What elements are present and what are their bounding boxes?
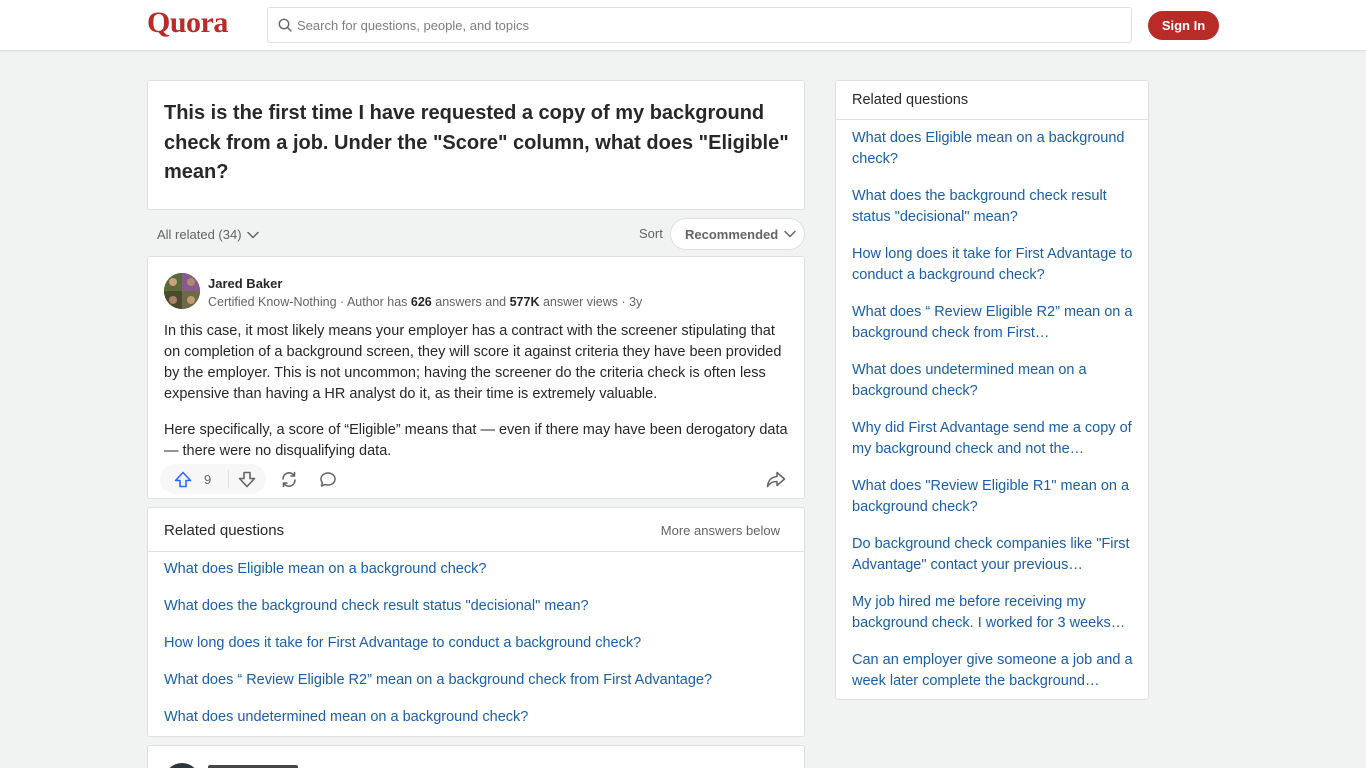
views-count: 577K [509, 295, 540, 309]
sign-in-button[interactable]: Sign In [1148, 11, 1219, 40]
list-item: What does the background check result st… [852, 186, 1136, 244]
comment-button[interactable] [319, 471, 337, 493]
list-item: What does undetermined mean on a backgro… [164, 709, 712, 746]
reshare-icon [282, 471, 296, 488]
list-item: What does “ Review Eligible R2” mean on … [852, 302, 1136, 360]
avatar[interactable] [164, 763, 200, 768]
related-question-link[interactable]: What does the background check result st… [164, 598, 589, 614]
search-input[interactable] [297, 8, 1117, 42]
related-questions-list: What does Eligible mean on a background … [164, 561, 712, 746]
downvote-icon [238, 471, 256, 488]
sidebar-question-link[interactable]: What does Eligible mean on a background … [852, 130, 1124, 167]
sidebar-question-link[interactable]: Do background check companies like "Firs… [852, 536, 1130, 573]
sidebar-question-link[interactable]: My job hired me before receiving my back… [852, 594, 1125, 631]
credential-text[interactable]: Certified Know-Nothing [208, 295, 337, 309]
list-item: How long does it take for First Advantag… [852, 244, 1136, 302]
chevron-down-icon [246, 231, 259, 238]
more-answers-below: More answers below [660, 523, 780, 538]
sidebar-question-link[interactable]: Why did First Advantage send me a copy o… [852, 420, 1132, 457]
related-question-link[interactable]: How long does it take for First Advantag… [164, 635, 641, 651]
related-questions-card: Related questions More answers below Wha… [147, 507, 805, 737]
all-related-label: All related (34) [157, 227, 242, 242]
upvote-button[interactable] [174, 471, 192, 493]
answer-card: Jared Baker Certified Know-Nothing · Aut… [147, 256, 805, 499]
related-question-link[interactable]: What does Eligible mean on a background … [164, 561, 486, 577]
sidebar-question-link[interactable]: What does “ Review Eligible R2” mean on … [852, 304, 1132, 341]
answer-age[interactable]: 3y [629, 295, 642, 309]
related-questions-title: Related questions [164, 522, 285, 539]
list-item: What does “ Review Eligible R2” mean on … [164, 672, 712, 709]
related-questions-header: Related questions More answers below [148, 508, 804, 552]
list-item: What does Eligible mean on a background … [852, 128, 1136, 186]
next-answer-card [147, 745, 805, 768]
list-item: What does the background check result st… [164, 598, 712, 635]
sidebar-question-link[interactable]: Can an employer give someone a job and a… [852, 652, 1133, 689]
vote-divider [228, 470, 229, 488]
search-icon [278, 18, 292, 32]
sort-dropdown[interactable]: Recommended [670, 218, 805, 250]
avatar[interactable] [164, 273, 200, 309]
list-item: My job hired me before receiving my back… [852, 592, 1136, 650]
downvote-button[interactable] [238, 471, 256, 493]
list-item: What does "Review Eligible R1" mean on a… [852, 476, 1136, 534]
chevron-down-icon [784, 230, 796, 238]
list-item: How long does it take for First Advantag… [164, 635, 712, 672]
vote-group: 9 [160, 464, 266, 494]
related-question-link[interactable]: What does undetermined mean on a backgro… [164, 709, 528, 725]
related-question-link[interactable]: What does “ Review Eligible R2” mean on … [164, 672, 712, 688]
upvote-icon [174, 471, 192, 488]
list-item: Why did First Advantage send me a copy o… [852, 418, 1136, 476]
sort-value: Recommended [685, 226, 779, 242]
sidebar-question-link[interactable]: What does "Review Eligible R1" mean on a… [852, 478, 1129, 515]
list-item: Do background check companies like "Firs… [852, 534, 1136, 592]
question-title: This is the first time I have requested … [164, 102, 789, 183]
answers-filter-row: All related (34) Sort Recommended [147, 218, 805, 250]
sidebar-question-link[interactable]: What does the background check result st… [852, 188, 1107, 225]
quora-logo[interactable]: Quora [147, 6, 228, 40]
answer-paragraph: Here specifically, a score of “Eligible”… [164, 422, 788, 459]
question-card: This is the first time I have requested … [147, 80, 805, 210]
comment-icon [320, 472, 336, 487]
author-name[interactable]: Jared Baker [208, 276, 282, 291]
share-button[interactable] [766, 471, 786, 493]
top-header: Quora Sign In [0, 0, 1366, 51]
list-item: What does Eligible mean on a background … [164, 561, 712, 598]
share-icon [766, 471, 786, 488]
list-item: Can an employer give someone a job and a… [852, 650, 1136, 708]
all-related-dropdown[interactable]: All related (34) [157, 227, 259, 242]
upvote-count: 9 [204, 472, 212, 487]
answers-prefix: Author has [346, 295, 411, 309]
reshare-button[interactable] [280, 471, 298, 493]
views-suffix: answer views [539, 295, 618, 309]
answers-suffix: answers and [431, 295, 510, 309]
answer-actions: 9 [160, 464, 800, 494]
sidebar-header: Related questions [836, 81, 1148, 120]
sidebar-question-link[interactable]: What does undetermined mean on a backgro… [852, 362, 1087, 399]
answer-body: In this case, it most likely means your … [164, 321, 790, 462]
sort-label: Sort [639, 226, 663, 241]
sidebar-title: Related questions [852, 92, 969, 108]
list-item: What does undetermined mean on a backgro… [852, 360, 1136, 418]
search-bar[interactable] [267, 7, 1132, 43]
answers-count: 626 [410, 295, 432, 309]
answer-paragraph: In this case, it most likely means your … [164, 323, 782, 402]
sidebar-list: What does Eligible mean on a background … [852, 128, 1136, 708]
sidebar-question-link[interactable]: How long does it take for First Advantag… [852, 246, 1132, 283]
sidebar-related-questions: Related questions What does Eligible mea… [835, 80, 1149, 700]
author-credential: Certified Know-Nothing · Author has 626 … [208, 295, 643, 309]
